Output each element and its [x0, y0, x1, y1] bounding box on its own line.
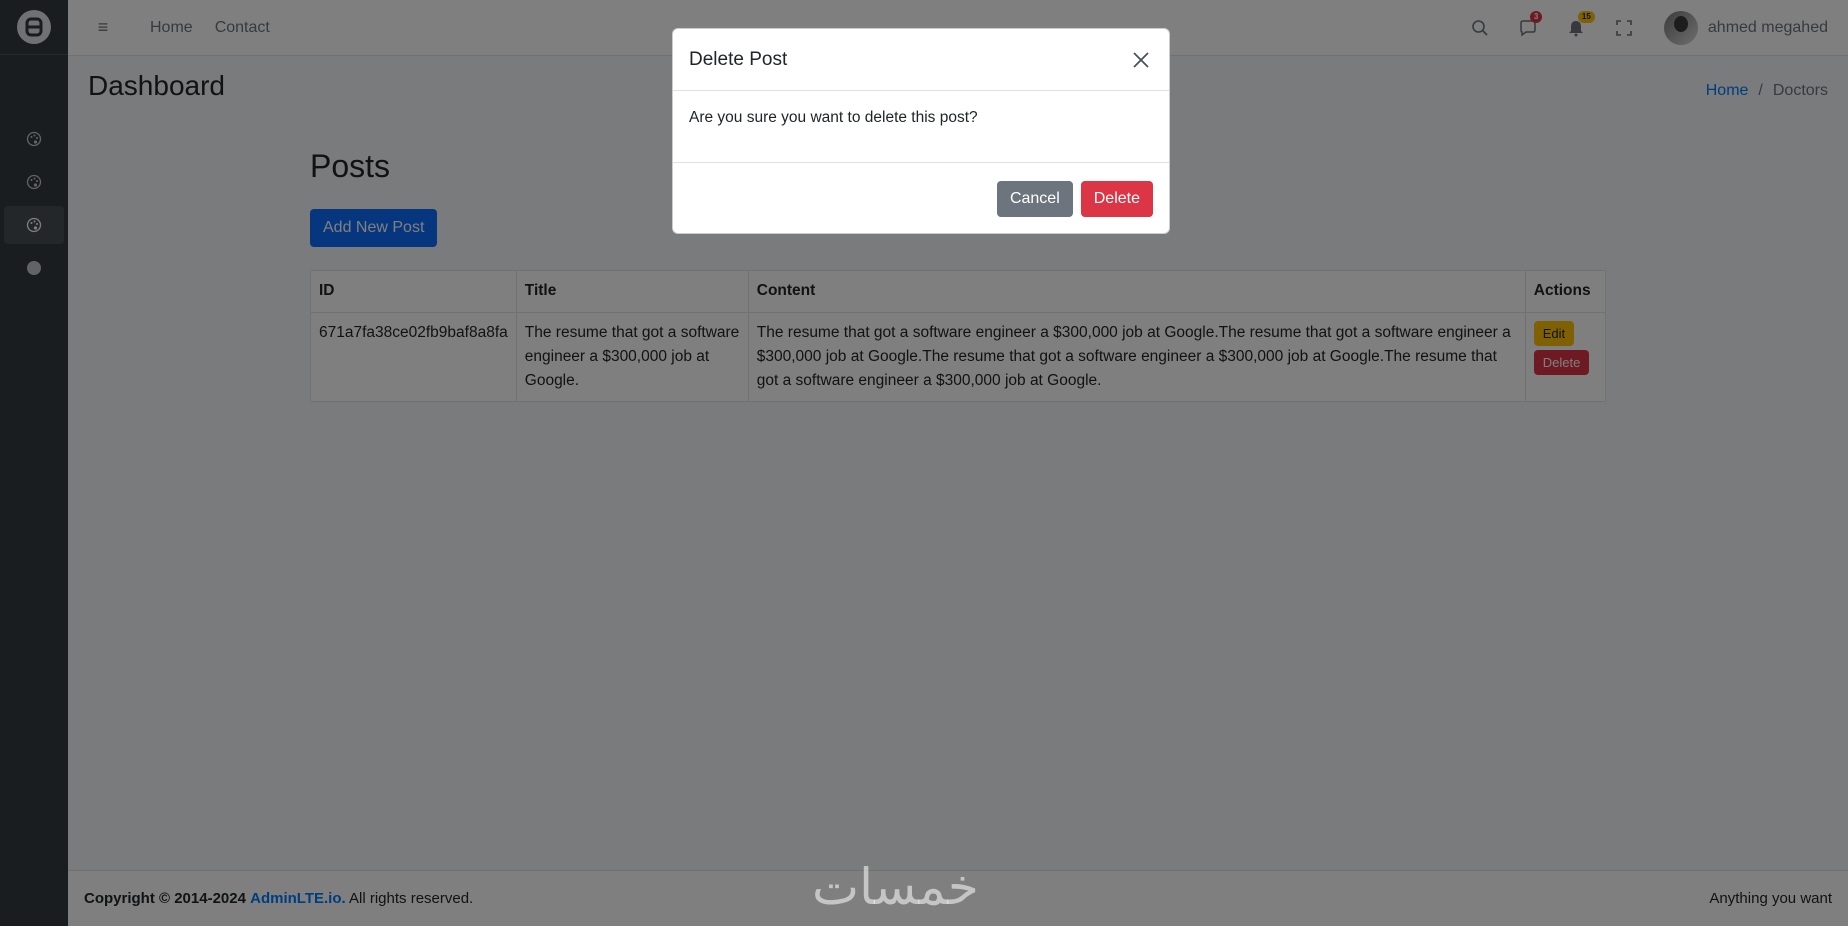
watermark-logo: خمسات	[812, 858, 979, 916]
modal-body: Are you sure you want to delete this pos…	[673, 91, 1169, 163]
modal-header: Delete Post	[673, 29, 1169, 91]
modal-title: Delete Post	[689, 48, 788, 70]
delete-post-modal: Delete Post Are you sure you want to del…	[672, 28, 1170, 234]
confirm-delete-button[interactable]: Delete	[1080, 181, 1153, 217]
cancel-button[interactable]: Cancel	[996, 181, 1073, 217]
modal-close-button[interactable]	[1129, 48, 1153, 72]
close-icon	[1133, 51, 1149, 68]
modal-footer: Cancel Delete	[673, 163, 1169, 235]
